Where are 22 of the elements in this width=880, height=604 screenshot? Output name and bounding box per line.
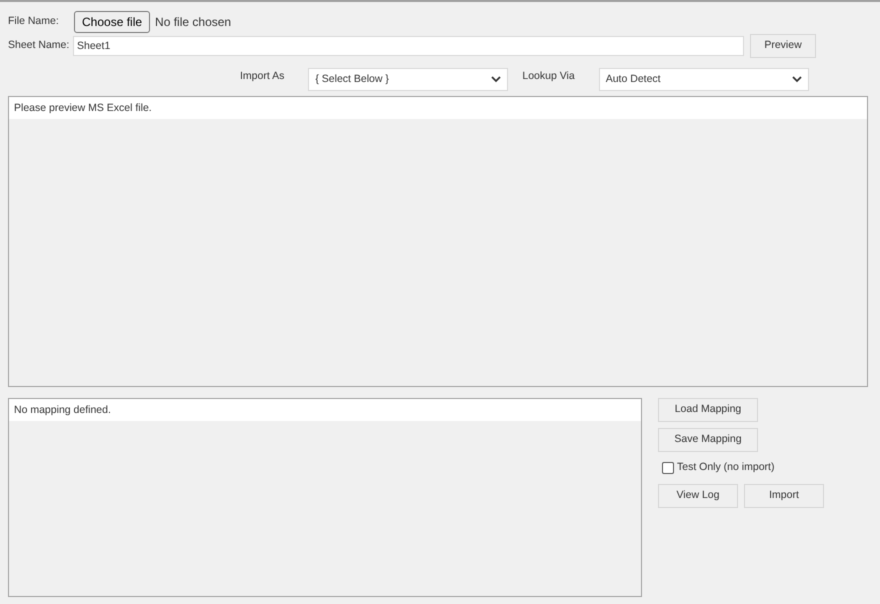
field-label: Sheet Name: (8, 38, 70, 54)
load-mapping-button[interactable]: Load Mapping (658, 398, 758, 422)
dropdown-value: { Select Below } (315, 72, 389, 87)
caret-icon (491, 76, 502, 83)
checkbox[interactable] (662, 462, 674, 474)
file-status-text: No file chosen (155, 14, 232, 31)
import-button[interactable]: Import (744, 484, 824, 508)
caret-icon (792, 76, 802, 83)
dropdown-value: Auto Detect (606, 72, 661, 87)
mapping-message: No mapping defined. (9, 399, 641, 421)
field-label: Lookup Via (522, 69, 575, 84)
sheet-name-field[interactable]: Sheet1 (73, 36, 744, 56)
import-as-dropdown[interactable]: { Select Below } (308, 68, 508, 91)
preview-button[interactable]: Preview (750, 34, 816, 58)
choose-file-button[interactable]: Choose file (74, 11, 150, 33)
save-mapping-button[interactable]: Save Mapping (658, 428, 758, 452)
field-label: File Name: (8, 14, 60, 30)
checkbox-label: Test Only (no import) (677, 460, 774, 476)
lookup-via-dropdown[interactable]: Auto Detect (598, 68, 809, 91)
preview-message: Please preview MS Excel file. (9, 97, 867, 119)
field-label: Import As (240, 69, 284, 84)
view-log-button[interactable]: View Log (658, 484, 738, 508)
